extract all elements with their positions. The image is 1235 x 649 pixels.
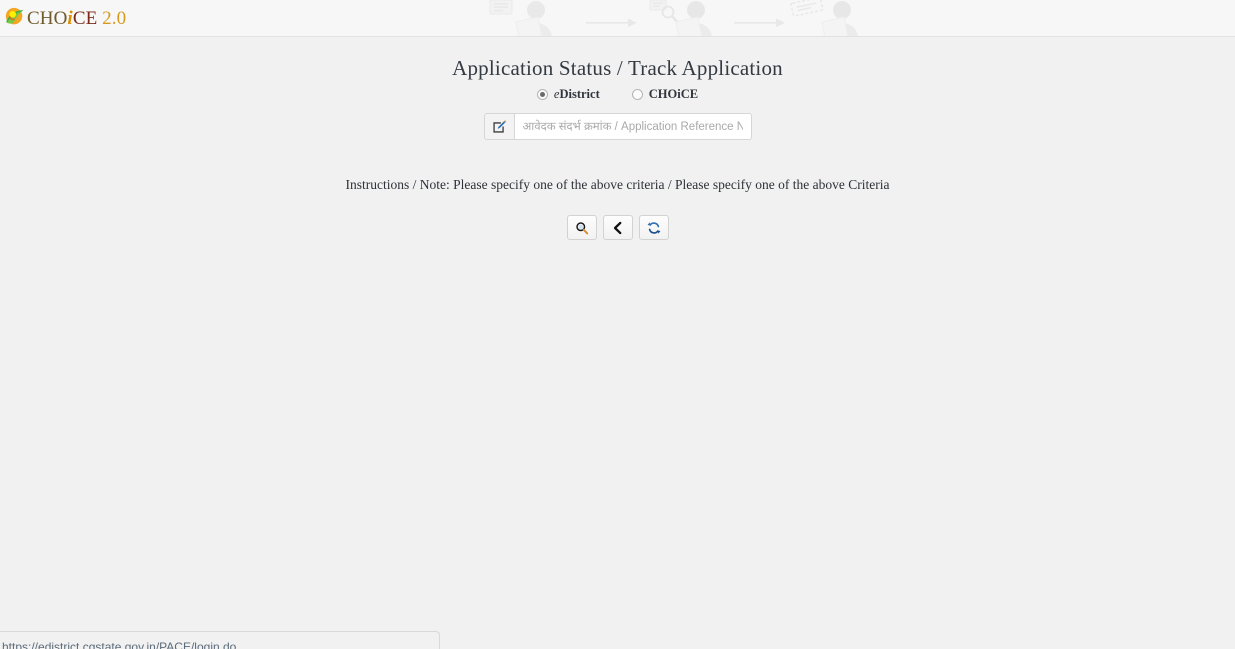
process-flow-banner-watermark [478,0,878,37]
main-content: Application Status / Track Application e… [0,37,1235,240]
brand-text-cho: CHO [27,8,67,29]
banner-figure-1 [490,0,552,37]
reference-number-input-group [484,113,752,140]
page-header: CHOiCE 2.0 [0,0,1235,37]
browser-status-bar: https://edistrict.cgstate.gov.in/PACE/lo… [0,631,440,649]
edit-square-glyph [492,119,507,134]
banner-figure-3 [791,0,858,37]
radio-option-choice[interactable]: CHOiCE [632,87,698,102]
chevron-left-icon [611,221,625,235]
choice-leaf-logo-icon [4,6,26,28]
edit-square-icon[interactable] [484,113,515,140]
action-button-row [0,215,1235,240]
banner-figure-2 [650,0,712,37]
refresh-icon [647,221,661,235]
banner-arrow-2 [734,19,785,28]
radio-label-edistrict: eDistrict [554,87,600,102]
instructions-note: Instructions / Note: Please specify one … [0,177,1235,193]
criteria-radio-group: eDistrict CHOiCE [0,87,1235,102]
brand-text-ce: CE [73,8,97,29]
banner-arrow-1 [586,19,637,28]
brand-text: CHOiCE 2.0 [27,9,126,28]
status-bar-url: https://edistrict.cgstate.gov.in/PACE/lo… [0,640,236,649]
radio-dot-choice[interactable] [632,89,643,100]
reset-button[interactable] [639,215,669,240]
back-button[interactable] [603,215,633,240]
page-title: Application Status / Track Application [0,37,1235,81]
radio-option-edistrict[interactable]: eDistrict [537,87,600,102]
radio-dot-edistrict[interactable] [537,89,548,100]
search-button[interactable] [567,215,597,240]
reference-number-row [0,113,1235,140]
brand-logo[interactable]: CHOiCE 2.0 [4,2,126,32]
application-reference-number-input[interactable] [515,113,752,140]
brand-version: 2.0 [102,8,126,29]
search-icon [575,221,589,235]
radio-label-choice: CHOiCE [649,87,698,102]
